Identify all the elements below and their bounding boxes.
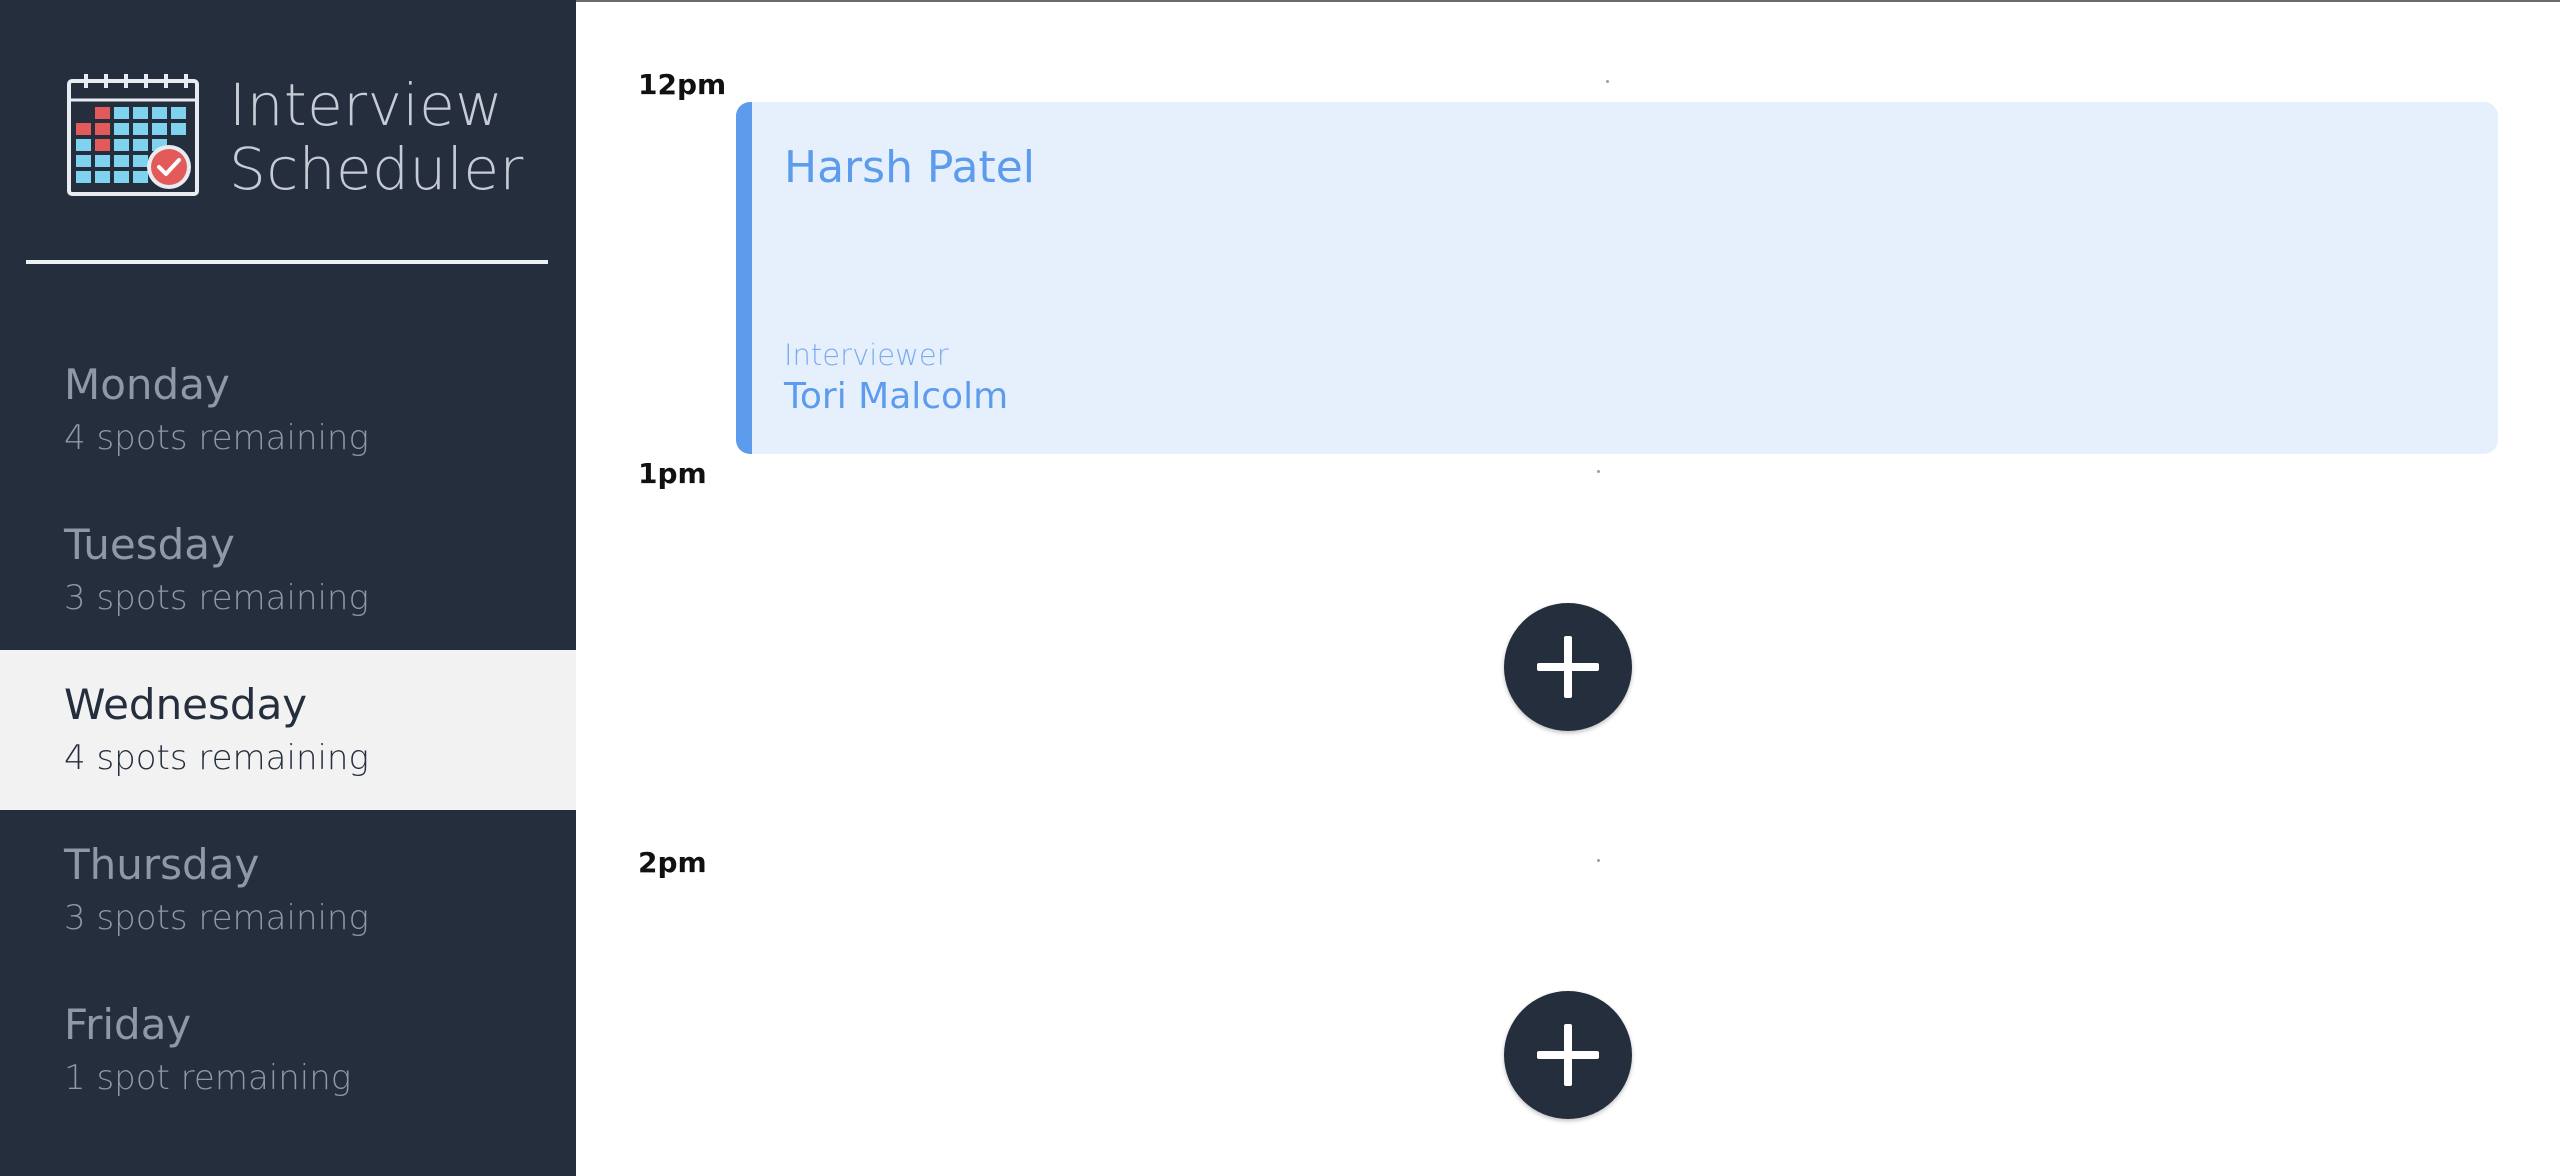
schedule: 12pm Harsh Patel Interviewer Tori Malcol… [576,0,2560,1176]
day-name: Friday [64,1000,192,1049]
day-spots: 3 spots remaining [64,578,369,618]
interviewer-name: Tori Malcolm [784,376,1009,417]
slot-separator [1597,470,1600,473]
app-title-line1: Interview [229,71,504,139]
sidebar: Interview Scheduler Monday 4 spots remai… [0,0,576,1176]
appointment-accent [736,102,752,454]
day-item-tuesday[interactable]: Tuesday 3 spots remaining [0,490,576,650]
day-item-monday[interactable]: Monday 4 spots remaining [0,330,576,490]
student-name: Harsh Patel [784,142,1036,193]
day-item-friday[interactable]: Friday 1 spot remaining [0,970,576,1130]
day-name: Thursday [64,840,260,889]
day-item-wednesday[interactable]: Wednesday 4 spots remaining [0,650,576,810]
day-spots: 3 spots remaining [64,898,369,938]
day-name: Wednesday [64,680,308,729]
day-name: Monday [64,360,230,409]
app-title-line2: Scheduler [229,135,524,203]
slot-separator [1606,80,1609,83]
add-appointment-button[interactable] [1504,991,1632,1119]
day-list: Monday 4 spots remaining Tuesday 3 spots… [0,330,576,1130]
day-spots: 4 spots remaining [64,738,369,778]
app-title: Interview Scheduler [229,73,524,201]
day-spots: 1 spot remaining [64,1058,352,1098]
time-label-1pm: 1pm [638,457,707,490]
appointment-card[interactable]: Harsh Patel Interviewer Tori Malcolm [736,102,2498,454]
time-label-2pm: 2pm [638,846,707,879]
add-appointment-button[interactable] [1504,603,1632,731]
app: Interview Scheduler Monday 4 spots remai… [0,0,2560,1176]
time-label-12pm: 12pm [638,68,727,101]
sidebar-separator [26,260,548,264]
day-spots: 4 spots remaining [64,418,369,458]
interviewer-label: Interviewer [784,338,949,372]
day-item-thursday[interactable]: Thursday 3 spots remaining [0,810,576,970]
day-name: Tuesday [64,520,235,569]
calendar-check-icon [67,74,199,196]
slot-separator [1597,859,1600,862]
